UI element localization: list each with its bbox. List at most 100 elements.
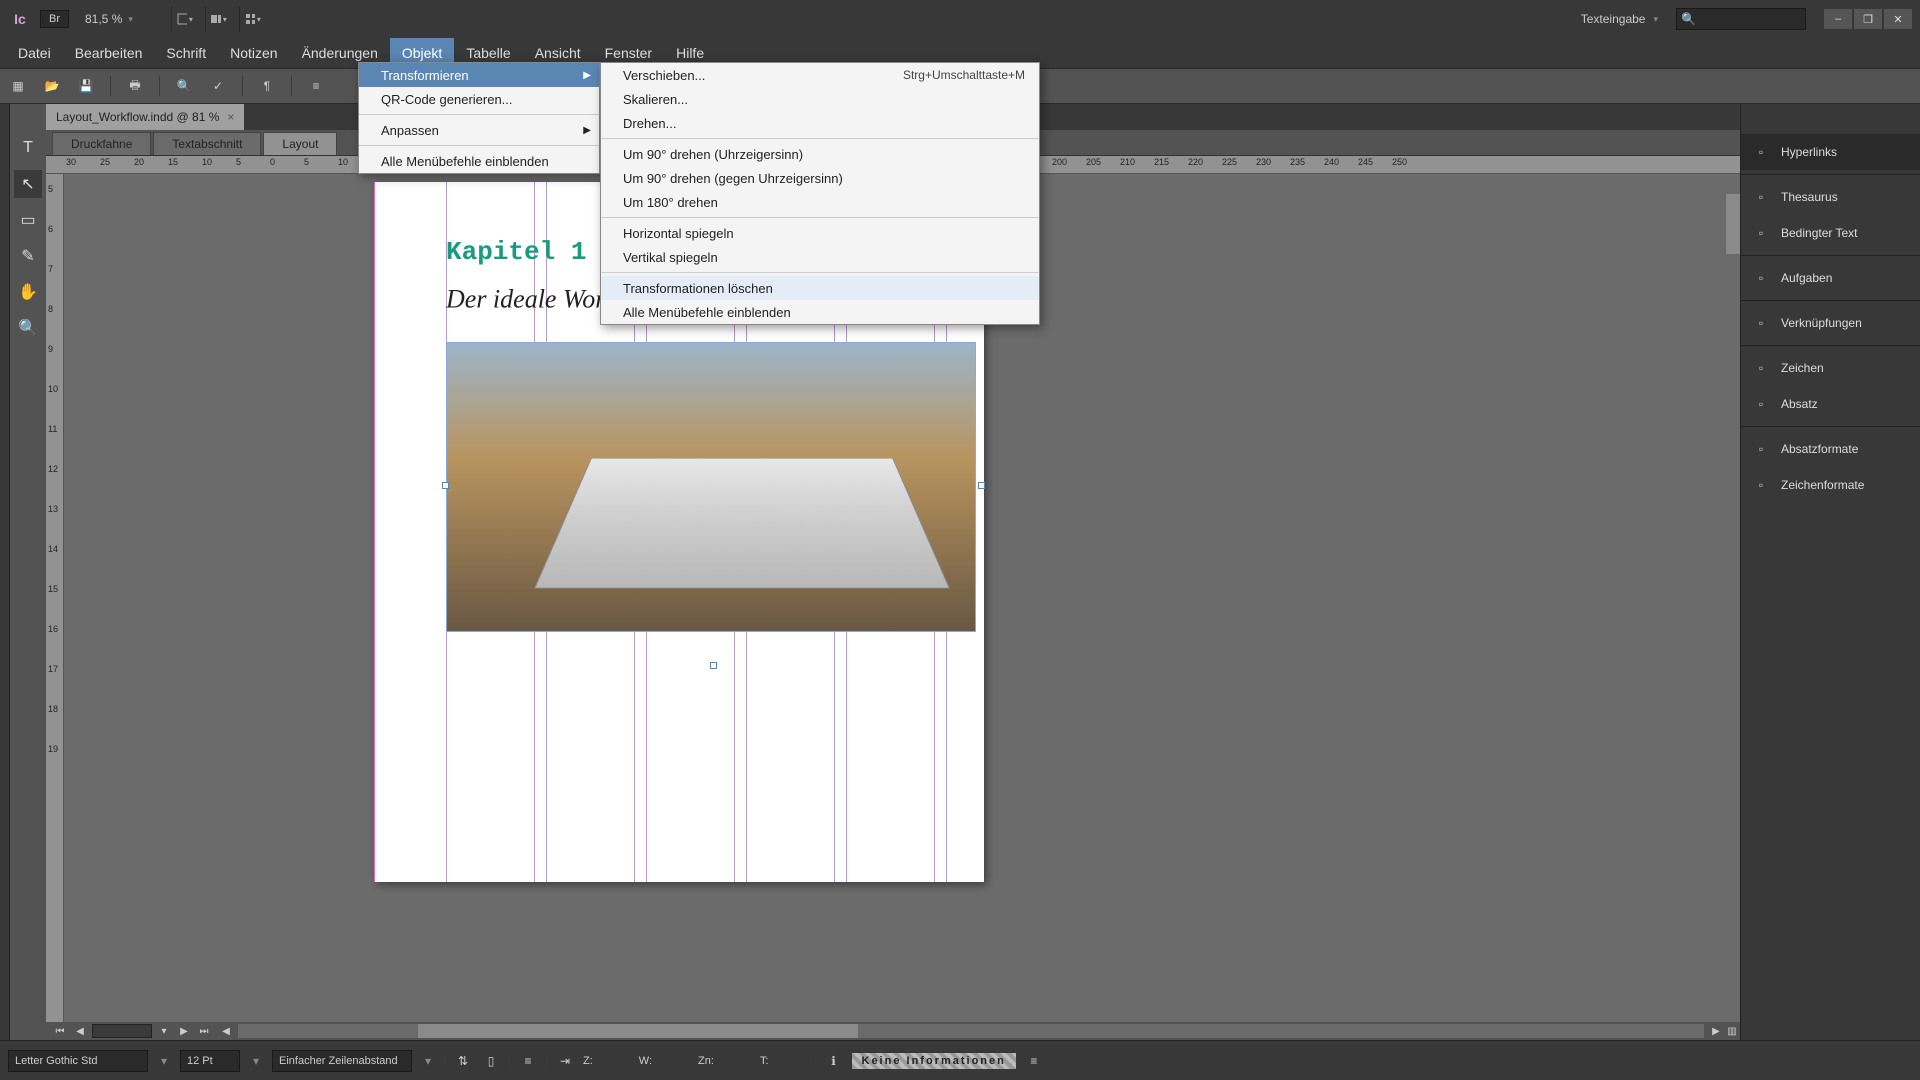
panel-label: Absatzformate <box>1781 442 1858 456</box>
menu-item[interactable]: Verschieben...Strg+Umschalttaste+M <box>601 63 1039 87</box>
placed-image <box>534 458 950 589</box>
pstyle-icon: ▫ <box>1751 439 1771 459</box>
view-options-3[interactable] <box>239 6 265 32</box>
menu-icon[interactable]: ≡ <box>1024 1051 1044 1071</box>
workspace-dropdown[interactable]: Texteingabe <box>1571 9 1668 29</box>
selection-handle[interactable] <box>442 482 449 489</box>
panel-label: Zeichenformate <box>1781 478 1864 492</box>
dropdown-arrow-icon[interactable]: ▾ <box>156 1054 172 1068</box>
find-icon[interactable]: 🔍 <box>174 76 194 96</box>
close-button[interactable]: ✕ <box>1884 9 1912 29</box>
vertical-scrollbar[interactable] <box>1726 174 1740 1022</box>
char-icon: ▫ <box>1751 358 1771 378</box>
zoom-tool[interactable]: 🔍 <box>14 314 42 342</box>
font-family-field[interactable]: Letter Gothic Std <box>8 1050 148 1072</box>
menu-item[interactable]: Transformationen löschen <box>601 276 1039 300</box>
menu-item[interactable]: QR-Code generieren... <box>359 87 599 111</box>
panel-label: Zeichen <box>1781 361 1824 375</box>
next-page-button[interactable]: ▶ <box>176 1024 192 1038</box>
menu-datei[interactable]: Datei <box>6 38 63 68</box>
search-input[interactable]: 🔍 <box>1676 8 1806 30</box>
first-page-button[interactable]: ⏮ <box>52 1024 68 1038</box>
panel-thesaurus[interactable]: ▫Thesaurus <box>1741 179 1920 215</box>
panel-hyperlinks[interactable]: ▫Hyperlinks <box>1741 134 1920 170</box>
last-page-button[interactable]: ⏭ <box>196 1024 212 1038</box>
menu-item[interactable]: Drehen... <box>601 111 1039 135</box>
menu-item[interactable]: Alle Menübefehle einblenden <box>601 300 1039 324</box>
document-tab[interactable]: Layout_Workflow.indd @ 81 % × <box>46 104 244 130</box>
view-tab-1[interactable]: Textabschnitt <box>153 132 261 155</box>
w-label: W: <box>639 1055 652 1067</box>
chapter-title: Kapitel 1 <box>446 237 586 267</box>
panel-label: Bedingter Text <box>1781 226 1858 240</box>
note-tool[interactable]: ▭ <box>14 206 42 234</box>
minimize-button[interactable]: – <box>1824 9 1852 29</box>
maximize-button[interactable]: ❐ <box>1854 9 1882 29</box>
menu-item[interactable]: Alle Menübefehle einblenden <box>359 149 599 173</box>
toggle-a-icon[interactable]: ⇅ <box>453 1051 473 1071</box>
print-icon[interactable]: 🖶 <box>125 76 145 96</box>
menu-schrift[interactable]: Schrift <box>154 38 218 68</box>
panel-absatzformate[interactable]: ▫ Absatzformate <box>1741 431 1920 467</box>
menu-item[interactable]: Skalieren... <box>601 87 1039 111</box>
spellcheck-icon[interactable]: ✓ <box>208 76 228 96</box>
new-doc-icon[interactable]: ▦ <box>8 76 28 96</box>
dropdown-arrow-icon[interactable]: ▾ <box>248 1054 264 1068</box>
panel-absatz[interactable]: ▫Absatz <box>1741 386 1920 422</box>
align-icon[interactable]: ≡ <box>518 1051 538 1071</box>
close-icon[interactable]: × <box>227 110 234 124</box>
open-icon[interactable]: 📂 <box>42 76 62 96</box>
page-number-field[interactable] <box>92 1024 152 1038</box>
view-tab-2[interactable]: Layout <box>263 132 337 155</box>
image-frame[interactable] <box>446 342 976 632</box>
view-options-2[interactable] <box>205 6 231 32</box>
hscroll-track[interactable] <box>238 1024 1704 1038</box>
zoom-dropdown[interactable]: 81,5 % <box>77 10 141 28</box>
panel-zeichen[interactable]: ▫ Zeichen <box>1741 350 1920 386</box>
pilcrow-icon[interactable]: ¶ <box>257 76 277 96</box>
bridge-button[interactable]: Br <box>40 10 69 28</box>
split-view-button[interactable]: ▥ <box>1724 1024 1740 1038</box>
menu-item[interactable]: Vertikal spiegeln <box>601 245 1039 269</box>
menu-item[interactable]: Um 180° drehen <box>601 190 1039 214</box>
para-icon: ▫ <box>1751 394 1771 414</box>
leading-field[interactable]: Einfacher Zeilenabstand <box>272 1050 412 1072</box>
panel-bedingter text[interactable]: ▫Bedingter Text <box>1741 215 1920 251</box>
toggle-b-icon[interactable]: ▯ <box>481 1051 501 1071</box>
indent-icon[interactable]: ⇥ <box>555 1051 575 1071</box>
scroll-left-button[interactable]: ◀ <box>218 1024 234 1038</box>
position-tool[interactable]: ↖ <box>14 170 42 198</box>
view-options-1[interactable] <box>171 6 197 32</box>
panel-zeichenformate[interactable]: ▫ Zeichenformate <box>1741 467 1920 503</box>
page-dropdown[interactable]: ▾ <box>156 1024 172 1038</box>
menu-notizen[interactable]: Notizen <box>218 38 289 68</box>
font-size-field[interactable]: 12 Pt <box>180 1050 240 1072</box>
scroll-right-button[interactable]: ▶ <box>1708 1024 1724 1038</box>
menu-item[interactable]: Transformieren▶ <box>359 63 599 87</box>
view-tab-0[interactable]: Druckfahne <box>52 132 151 155</box>
menu-bearbeiten[interactable]: Bearbeiten <box>63 38 155 68</box>
menu-item[interactable]: Anpassen▶ <box>359 118 599 142</box>
left-gutter <box>0 104 10 1040</box>
cstyle-icon: ▫ <box>1751 475 1771 495</box>
panel-verknüpfungen[interactable]: ▫Verknüpfungen <box>1741 305 1920 341</box>
panel-aufgaben[interactable]: ▫Aufgaben <box>1741 260 1920 296</box>
selection-handle[interactable] <box>978 482 985 489</box>
book-icon: ▫ <box>1751 187 1771 207</box>
type-tool[interactable]: T <box>14 134 42 162</box>
menu-item[interactable]: Horizontal spiegeln <box>601 221 1039 245</box>
selection-handle[interactable] <box>710 662 717 669</box>
menu-item[interactable]: Um 90° drehen (gegen Uhrzeigersinn) <box>601 166 1039 190</box>
tasks-icon: ▫ <box>1751 268 1771 288</box>
menu-icon[interactable]: ≡ <box>306 76 326 96</box>
save-icon[interactable]: 💾 <box>76 76 96 96</box>
eyedropper-tool[interactable]: ✎ <box>14 242 42 270</box>
z-label: Z: <box>583 1055 593 1067</box>
hand-tool[interactable]: ✋ <box>14 278 42 306</box>
dropdown-arrow-icon[interactable]: ▾ <box>420 1054 436 1068</box>
prev-page-button[interactable]: ◀ <box>72 1024 88 1038</box>
object-menu-dropdown: Transformieren▶QR-Code generieren... Anpa… <box>358 62 600 174</box>
menu-item[interactable]: Um 90° drehen (Uhrzeigersinn) <box>601 142 1039 166</box>
info-icon[interactable]: ℹ <box>824 1051 844 1071</box>
link-icon: ▫ <box>1751 142 1771 162</box>
